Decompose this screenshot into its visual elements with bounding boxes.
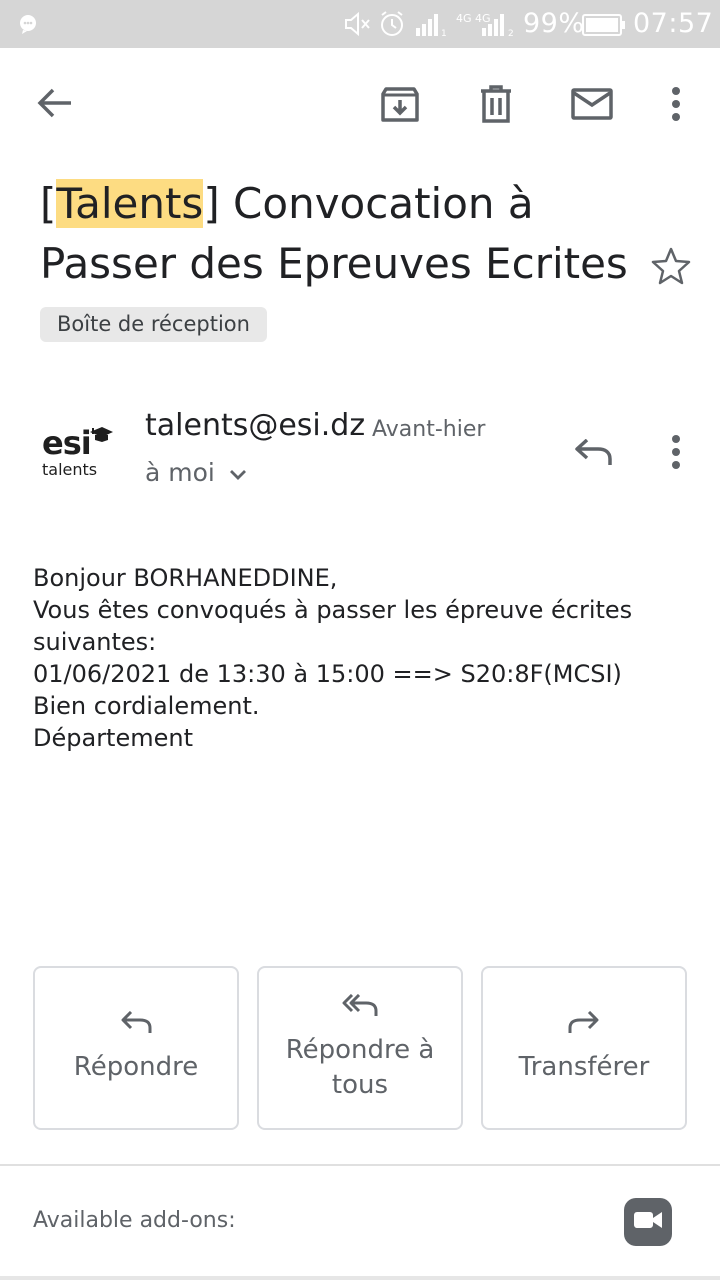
signal-1-icon: 1: [414, 12, 448, 41]
forward-button-label: Transférer: [518, 1052, 650, 1082]
meet-addon-button[interactable]: [624, 1198, 672, 1246]
back-button[interactable]: [30, 80, 80, 126]
chevron-down-icon: [229, 458, 247, 487]
alarm-icon: [379, 10, 405, 43]
reply-all-button[interactable]: Répondre à tous: [257, 966, 463, 1130]
reply-all-button-label: Répondre à tous: [285, 1034, 435, 1100]
signal-2-icon: 2: [480, 12, 516, 41]
clock: 07:57: [633, 8, 714, 39]
envelope-icon: [571, 88, 613, 120]
battery-percent: 99%: [523, 8, 585, 39]
video-camera-icon: [633, 1210, 663, 1235]
reply-icon: [574, 439, 612, 467]
subject-line-2: Passer des Epreuves Ecrites: [40, 239, 628, 288]
body-line: Département: [33, 724, 193, 752]
avatar-logo-text: esi: [42, 424, 92, 462]
graduation-cap-icon: [88, 424, 114, 449]
body-line: Bonjour BORHANEDDINE,: [33, 564, 338, 592]
body-line: Vous êtes convoqués à passer les épreuve…: [33, 596, 633, 624]
chat-notification-icon: [18, 14, 38, 39]
email-subject: [Talents] Convocation à Passer des Epreu…: [40, 174, 640, 294]
bottom-divider: [0, 1276, 720, 1280]
trash-icon: [479, 85, 513, 123]
delete-button[interactable]: [474, 82, 518, 126]
reply-icon-button[interactable]: [570, 432, 616, 474]
recipient-details[interactable]: à moi: [145, 458, 247, 487]
addons-label: Available add-ons:: [33, 1208, 236, 1233]
avatar-logo-subtext: talents: [42, 460, 98, 479]
reply-button-label: Répondre: [73, 1052, 199, 1082]
body-line: suivantes:: [33, 628, 157, 656]
sender-avatar: esi talents: [40, 420, 116, 484]
divider: [0, 1164, 720, 1166]
body-line: Bien cordialement.: [33, 692, 260, 720]
reply-button[interactable]: Répondre: [33, 966, 239, 1130]
forward-button[interactable]: Transférer: [481, 966, 687, 1130]
more-options-button[interactable]: [660, 82, 692, 126]
email-date: Avant-hier: [372, 417, 486, 442]
mute-icon: [343, 11, 373, 42]
message-more-button[interactable]: [660, 430, 692, 474]
archive-button[interactable]: [378, 82, 422, 126]
recipient-label: à moi: [145, 458, 215, 487]
subject-rest: ] Convocation à: [203, 179, 534, 228]
mark-unread-button[interactable]: [568, 82, 616, 126]
star-icon: [651, 247, 691, 285]
subject-line-1: [Talents] Convocation à: [40, 174, 640, 234]
reply-all-icon: [342, 993, 378, 1023]
svg-text:1: 1: [441, 29, 447, 36]
reply-icon: [120, 1010, 152, 1040]
status-bar: 1 4G 4G 2 99% 07:57: [0, 0, 720, 48]
inbox-label-chip[interactable]: Boîte de réception: [40, 307, 267, 342]
sender-address[interactable]: talents@esi.dz: [145, 408, 365, 443]
star-button[interactable]: [648, 244, 694, 288]
archive-icon: [381, 85, 419, 123]
more-vert-icon: [671, 434, 681, 470]
subject-highlight: Talents: [56, 179, 204, 228]
email-body: Bonjour BORHANEDDINE, Vous êtes convoqué…: [33, 562, 693, 754]
svg-text:2: 2: [508, 29, 514, 36]
more-vert-icon: [671, 86, 681, 122]
body-line: 01/06/2021 de 13:30 à 15:00 ==> S20:8F(M…: [33, 660, 622, 688]
subject-bracket: [: [40, 179, 57, 228]
battery-icon: [582, 14, 626, 41]
arrow-left-icon: [37, 87, 73, 119]
forward-icon: [568, 1010, 600, 1040]
